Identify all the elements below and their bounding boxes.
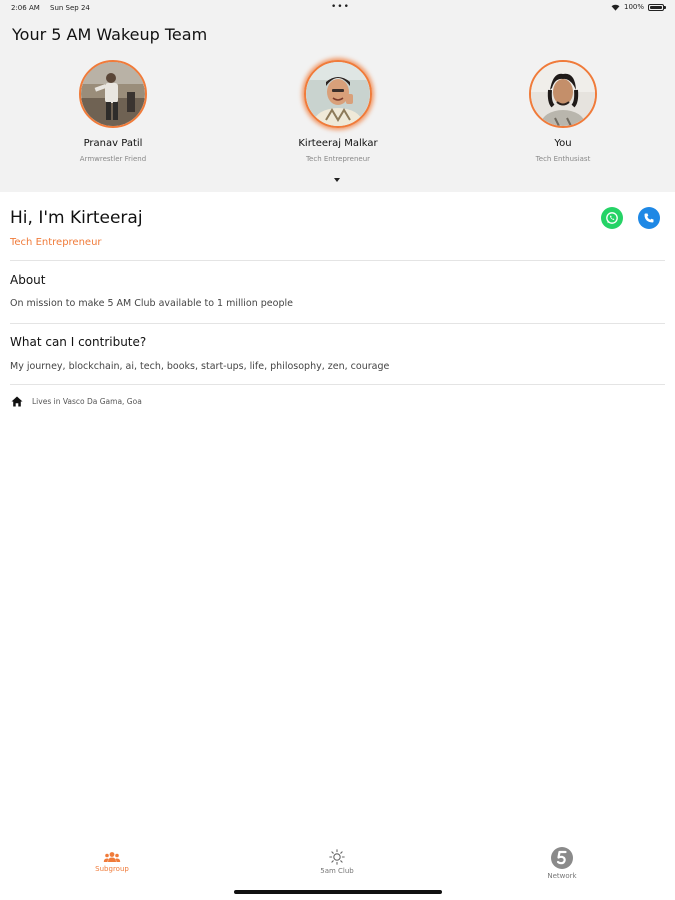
profile-title: Tech Entrepreneur [10,237,102,248]
expand-caret-icon[interactable] [334,178,340,182]
about-text: On mission to make 5 AM Club available t… [10,298,293,309]
tab-subgroup[interactable]: Subgroup [67,851,157,873]
wifi-icon [611,4,620,11]
tab-5am-club[interactable]: 5am Club [292,849,382,875]
member-photo [81,62,145,126]
sun-icon [329,849,345,865]
divider [10,384,665,385]
page-title: Your 5 AM Wakeup Team [12,25,208,44]
home-icon [11,396,23,407]
member-role: Tech Enthusiast [535,155,591,163]
avatar[interactable] [304,60,372,128]
whatsapp-icon [606,212,618,224]
member-name: You [554,138,572,149]
multitasking-dots[interactable]: ••• [331,2,350,12]
network-logo-icon [551,847,573,869]
contribute-text: My journey, blockchain, ai, tech, books,… [10,361,390,372]
status-date: Sun Sep 24 [50,4,90,12]
status-time: 2:06 AM [11,4,40,12]
call-button[interactable] [638,207,660,229]
status-time-date: 2:06 AM Sun Sep 24 [11,4,90,12]
location-text: Lives in Vasco Da Gama, Goa [32,397,142,406]
divider [10,323,665,324]
team-member-card[interactable]: Pranav Patil Armwrestler Friend [43,60,183,163]
tab-network[interactable]: Network [517,846,607,880]
phone-icon [644,213,654,223]
member-name: Kirteeraj Malkar [298,138,378,149]
tab-label: Network [547,872,577,880]
member-role: Tech Entrepreneur [305,155,371,163]
member-photo [306,62,370,126]
team-member-card[interactable]: Kirteeraj Malkar Tech Entrepreneur [268,60,408,163]
avatar[interactable] [79,60,147,128]
tab-label: Subgroup [95,865,129,873]
home-indicator[interactable] [234,890,442,894]
battery-icon [648,3,666,11]
battery-percentage: 100% [623,3,644,11]
profile-greeting: Hi, I'm Kirteeraj [10,208,143,228]
about-heading: About [10,273,46,287]
status-bar: 2:06 AM Sun Sep 24 ••• 100% [0,0,675,16]
team-member-card[interactable]: You Tech Enthusiast [493,60,633,163]
location-row: Lives in Vasco Da Gama, Goa [11,396,142,407]
team-header: Your 5 AM Wakeup Team Pranav Patil Armwr… [0,16,675,192]
status-indicators: 100% [611,3,666,11]
member-photo [531,62,595,126]
divider [10,260,665,261]
member-role: Armwrestler Friend [79,155,147,163]
tab-label: 5am Club [320,867,354,875]
member-name: Pranav Patil [83,138,143,149]
group-icon [103,852,121,862]
whatsapp-button[interactable] [601,207,623,229]
avatar[interactable] [529,60,597,128]
contribute-heading: What can I contribute? [10,335,147,349]
